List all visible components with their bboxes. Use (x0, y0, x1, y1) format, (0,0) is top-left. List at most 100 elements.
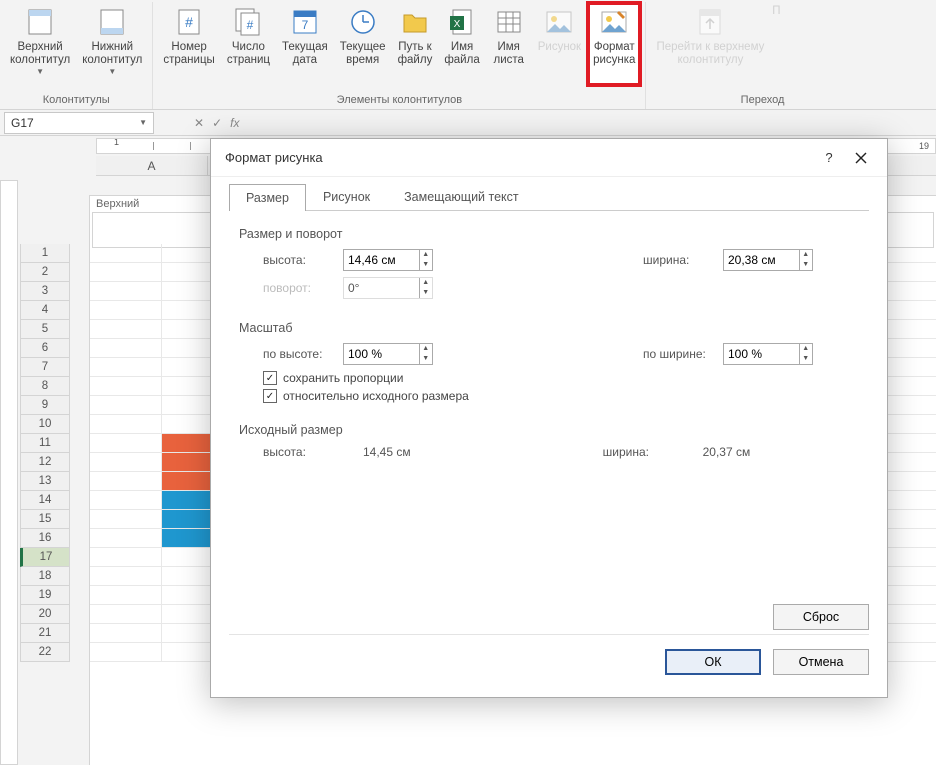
footer-button[interactable]: Нижний колонтитул ▼ (76, 2, 148, 86)
checkbox-icon: ✓ (263, 389, 277, 403)
grid-cell[interactable] (90, 624, 162, 642)
format-picture-button[interactable]: Формат рисунка (587, 2, 641, 86)
tab-picture[interactable]: Рисунок (306, 183, 387, 210)
chevron-down-icon[interactable]: ▼ (139, 118, 147, 127)
row-header-cell[interactable]: 16 (20, 529, 70, 548)
spin-up-icon[interactable]: ▲ (800, 344, 812, 354)
height-input[interactable]: ▲▼ (343, 249, 433, 271)
svg-text:7: 7 (302, 18, 309, 32)
group-label-navigation: Переход (646, 94, 786, 106)
row-header-cell[interactable]: 8 (20, 377, 70, 396)
grid-cell[interactable] (90, 491, 162, 509)
header-button[interactable]: Верхний колонтитул ▼ (4, 2, 76, 86)
grid-cell[interactable] (90, 358, 162, 376)
reset-button[interactable]: Сброс (773, 604, 869, 630)
page-number-button[interactable]: # Номер страницы (157, 2, 220, 86)
picture-label: Рисунок (538, 41, 581, 54)
goto-footer-button[interactable]: П (770, 2, 782, 86)
grid-cell[interactable] (90, 567, 162, 585)
page-count-button[interactable]: # Число страниц (221, 2, 276, 86)
accept-formula-icon[interactable]: ✓ (212, 116, 222, 130)
row-header-cell[interactable]: 21 (20, 624, 70, 643)
row-header-cell[interactable]: 1 (20, 244, 70, 263)
grid-cell[interactable] (90, 339, 162, 357)
tab-size[interactable]: Размер (229, 184, 306, 211)
goto-header-button[interactable]: Перейти к верхнему колонтитулу (650, 2, 770, 86)
tab-alt-text[interactable]: Замещающий текст (387, 183, 536, 210)
scale-height-value[interactable] (344, 347, 419, 361)
spin-down-icon[interactable]: ▼ (420, 260, 432, 270)
row-header-cell[interactable]: 12 (20, 453, 70, 472)
grid-cell[interactable] (90, 320, 162, 338)
spin-down-icon[interactable]: ▼ (420, 354, 432, 364)
row-header-cell[interactable]: 5 (20, 320, 70, 339)
grid-cell[interactable] (90, 377, 162, 395)
column-header-cell[interactable]: A (96, 156, 208, 175)
grid-cell[interactable] (90, 605, 162, 623)
row-header-cell[interactable]: 6 (20, 339, 70, 358)
width-input[interactable]: ▲▼ (723, 249, 813, 271)
row-header-cell[interactable]: 9 (20, 396, 70, 415)
format-picture-dialog: Формат рисунка ? Размер Рисунок Замещающ… (210, 138, 888, 698)
grid-cell[interactable] (90, 301, 162, 319)
relative-original-checkbox[interactable]: ✓ относительно исходного размера (263, 389, 869, 403)
grid-cell[interactable] (90, 586, 162, 604)
ok-button[interactable]: ОК (665, 649, 761, 675)
scale-width-input[interactable]: ▲▼ (723, 343, 813, 365)
name-box[interactable]: G17 ▼ (4, 112, 154, 134)
grid-cell[interactable] (90, 282, 162, 300)
grid-cell[interactable] (90, 396, 162, 414)
row-header-cell[interactable]: 11 (20, 434, 70, 453)
spin-down-icon[interactable]: ▼ (800, 260, 812, 270)
goto-header-label: Перейти к верхнему колонтитулу (656, 41, 764, 67)
spin-up-icon[interactable]: ▲ (800, 250, 812, 260)
lock-aspect-checkbox[interactable]: ✓ сохранить пропорции (263, 371, 869, 385)
file-name-label: Имя файла (444, 41, 479, 67)
row-header-cell[interactable]: 3 (20, 282, 70, 301)
grid-cell[interactable] (90, 434, 162, 452)
grid-cell[interactable] (90, 548, 162, 566)
grid-cell[interactable] (90, 415, 162, 433)
label-scale-height: по высоте: (263, 347, 343, 361)
calendar-icon: 7 (288, 5, 322, 39)
spin-up-icon[interactable]: ▲ (420, 250, 432, 260)
grid-cell[interactable] (90, 263, 162, 281)
scale-height-input[interactable]: ▲▼ (343, 343, 433, 365)
grid-cell[interactable] (90, 643, 162, 661)
row-header-cell[interactable]: 18 (20, 567, 70, 586)
row-header-cell[interactable]: 4 (20, 301, 70, 320)
dialog-close-button[interactable] (845, 143, 877, 173)
row-header-cell[interactable]: 19 (20, 586, 70, 605)
scale-width-value[interactable] (724, 347, 799, 361)
row-header-cell[interactable]: 7 (20, 358, 70, 377)
spin-up-icon[interactable]: ▲ (420, 344, 432, 354)
dialog-help-button[interactable]: ? (813, 143, 845, 173)
grid-cell[interactable] (90, 529, 162, 547)
current-date-button[interactable]: 7 Текущая дата (276, 2, 334, 86)
height-value[interactable] (344, 253, 419, 267)
file-name-button[interactable]: X Имя файла (438, 2, 485, 86)
row-header-cell[interactable]: 10 (20, 415, 70, 434)
row-header-cell[interactable]: 14 (20, 491, 70, 510)
file-path-button[interactable]: Путь к файлу (392, 2, 439, 86)
fx-icon[interactable]: fx (230, 116, 239, 130)
row-header-cell[interactable]: 20 (20, 605, 70, 624)
grid-cell[interactable] (90, 453, 162, 471)
grid-cell[interactable] (90, 244, 162, 262)
row-header-cell[interactable]: 13 (20, 472, 70, 491)
label-orig-height: высота: (263, 445, 343, 459)
cancel-button[interactable]: Отмена (773, 649, 869, 675)
current-time-button[interactable]: Текущее время (334, 2, 392, 86)
lock-aspect-label: сохранить пропорции (283, 371, 403, 385)
cancel-formula-icon[interactable]: ✕ (194, 116, 204, 130)
grid-cell[interactable] (90, 510, 162, 528)
row-header-cell[interactable]: 2 (20, 263, 70, 282)
sheet-name-button[interactable]: Имя листа (486, 2, 532, 86)
spin-down-icon[interactable]: ▼ (800, 354, 812, 364)
picture-button[interactable]: Рисунок (532, 2, 587, 86)
width-value[interactable] (724, 253, 799, 267)
row-header-cell[interactable]: 15 (20, 510, 70, 529)
row-header-cell[interactable]: 22 (20, 643, 70, 662)
row-header-cell[interactable]: 17 (20, 548, 70, 567)
grid-cell[interactable] (90, 472, 162, 490)
